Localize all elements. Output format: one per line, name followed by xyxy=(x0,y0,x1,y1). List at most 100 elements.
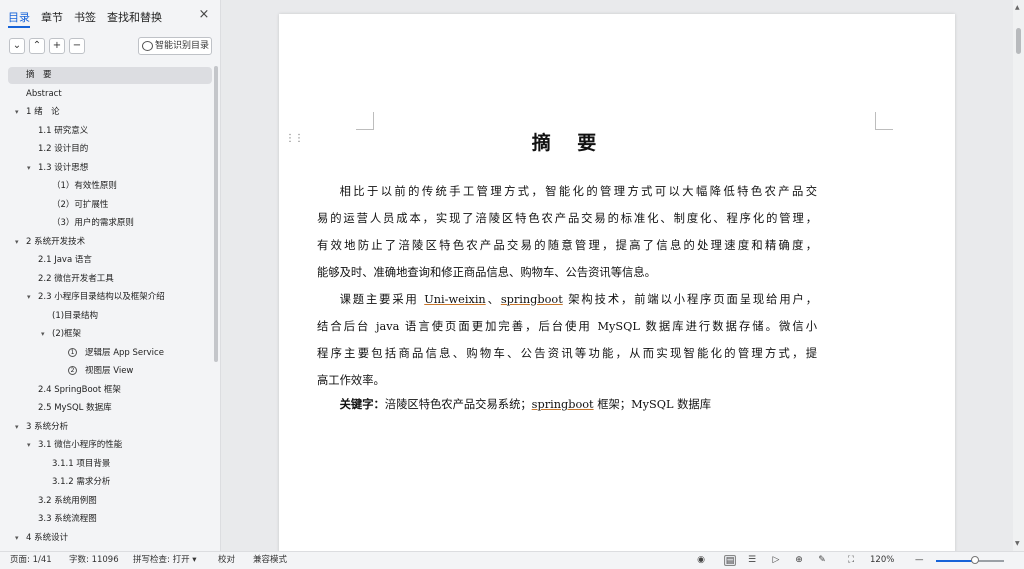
keywords-line: 关键字：涪陵区特色农产品交易系统；springboot 框架；MySQL 数据库 xyxy=(317,391,817,418)
circled-number-icon: 1 xyxy=(68,347,77,357)
toc-item-label: 摘 要 xyxy=(26,67,52,84)
tab-chapters[interactable]: 章节 xyxy=(41,9,63,25)
toc-item-text: (2)框架 xyxy=(52,329,82,339)
toc-item[interactable]: 1.2 设计目的 xyxy=(8,141,212,158)
toc-item[interactable]: 3.1.2 需求分析 xyxy=(8,474,212,491)
toc-item[interactable]: 2.5 MySQL 数据库 xyxy=(8,400,212,417)
spell-flag-springboot-kw[interactable]: springboot xyxy=(532,398,594,411)
toc-item-text: 视图层 View xyxy=(85,366,134,376)
spellcheck-toggle[interactable]: 拼写检查: 打开 ▾ xyxy=(133,552,197,569)
toc-item[interactable]: ▾ 2 系统开发技术 xyxy=(8,234,212,251)
toc-item[interactable]: ▾ 4 系统设计 xyxy=(8,530,212,547)
eye-icon[interactable]: ◉ xyxy=(695,555,707,566)
document-scrollbar[interactable]: ▲ ▼ xyxy=(1013,0,1024,551)
outline-view-icon[interactable]: ☰ xyxy=(746,555,758,566)
toc-item[interactable]: 3.3 系统流程图 xyxy=(8,511,212,528)
para1-line-2: 易的运营人员成本，实现了涪陵区特色农产品交易的标准化、制度化、程序化的管理， xyxy=(317,212,817,225)
toc-item-label: 1.1 研究意义 xyxy=(38,123,88,140)
caret-down-icon[interactable]: ▾ xyxy=(27,160,31,177)
toc-item-label: 2 视图层 View xyxy=(68,363,133,380)
toc-item[interactable]: ▾ 2.3 小程序目录结构以及框架介绍 xyxy=(8,289,212,306)
compat-mode: 兼容模式 xyxy=(253,555,288,565)
toc-item-text: 1.1 研究意义 xyxy=(38,125,89,136)
zoom-out-button[interactable]: — xyxy=(915,552,924,569)
zoom-level[interactable]: 120% xyxy=(870,552,894,569)
toc-item-label: (1)目录结构 xyxy=(52,308,98,325)
toc-item[interactable]: （1）有效性原则 xyxy=(8,178,212,195)
keywords-text: 框架；MySQL 数据库 xyxy=(593,398,712,411)
toc-item[interactable]: 3.1.1 项目背景 xyxy=(8,456,212,473)
remove-toc-item-button[interactable]: − xyxy=(69,38,85,54)
toc-item-label: 2 系统开发技术 xyxy=(26,234,85,251)
collapse-all-button[interactable]: ⌄ xyxy=(9,38,25,54)
toc-item-label: 1 逻辑层 App Service xyxy=(68,345,164,362)
abstract-paragraph-2: 课题主要采用 Uni-weixin、springboot 架构技术，前端以小程序… xyxy=(317,286,817,394)
toc-item[interactable]: ▾ 1.3 设计思想 xyxy=(8,160,212,177)
plus-icon: + xyxy=(52,40,62,51)
pen-icon[interactable]: ✎ xyxy=(816,555,828,566)
web-view-icon[interactable]: ⊕ xyxy=(793,555,805,566)
proofread-button[interactable]: 校对 xyxy=(218,552,235,569)
toc-item[interactable]: 2.4 SpringBoot 框架 xyxy=(8,382,212,399)
word-count[interactable]: 字数: 11096 xyxy=(69,552,119,569)
page-indicator[interactable]: 页面: 1/41 xyxy=(10,552,52,569)
toc-item[interactable]: (1)目录结构 xyxy=(8,308,212,325)
spell-flag-springboot[interactable]: springboot xyxy=(501,293,563,306)
toc-item[interactable]: 摘 要 xyxy=(8,67,212,84)
toc-scrollbar[interactable] xyxy=(214,66,218,362)
active-tab-indicator xyxy=(8,26,30,28)
toc-item[interactable]: ▾ 3 系统分析 xyxy=(8,419,212,436)
zoom-slider-fill xyxy=(936,560,975,562)
toc-item[interactable]: （3）用户的需求原则 xyxy=(8,215,212,232)
fit-page-icon[interactable]: ⛶ xyxy=(845,555,857,566)
toc-item-label: 1.3 设计思想 xyxy=(38,160,88,177)
toc-item[interactable]: 1 逻辑层 App Service xyxy=(8,345,212,362)
toc-item[interactable]: 3.2 系统用例图 xyxy=(8,493,212,510)
scroll-down-icon[interactable]: ▼ xyxy=(1015,540,1020,547)
toc-item-label: (2)框架 xyxy=(52,326,81,343)
caret-down-icon[interactable]: ▾ xyxy=(41,326,45,343)
caret-down-icon[interactable]: ▾ xyxy=(15,234,19,251)
play-icon[interactable]: ▷ xyxy=(770,555,782,566)
zoom-slider-thumb[interactable] xyxy=(970,556,979,564)
para1-line-3: 有效地防止了涪陵区特色农产品交易的随意管理，提高了信息的处理速度和精确度， xyxy=(317,239,817,252)
scroll-up-icon[interactable]: ▲ xyxy=(1015,4,1020,11)
sidebar-tabs: 目录 章节 书签 查找和替换 × xyxy=(0,0,221,32)
toc-item-text: 2.4 SpringBoot 框架 xyxy=(38,384,121,395)
spellcheck-label: 拼写检查: 打开 xyxy=(133,555,190,565)
toc-item-text: 2.2 微信开发者工具 xyxy=(38,273,114,284)
toc-item[interactable]: 1.1 研究意义 xyxy=(8,123,212,140)
keywords-label: 关键字： xyxy=(339,397,385,411)
toc-item-label: 3.1 微信小程序的性能 xyxy=(38,437,122,454)
caret-down-icon[interactable]: ▾ xyxy=(27,289,31,306)
scroll-thumb[interactable] xyxy=(1016,28,1021,54)
toc-item[interactable]: ▾ 3.1 微信小程序的性能 xyxy=(8,437,212,454)
add-toc-item-button[interactable]: + xyxy=(49,38,65,54)
spell-flag-uniweixin[interactable]: Uni-weixin xyxy=(424,293,485,306)
smart-toc-button[interactable]: 智能识别目录 xyxy=(138,37,212,55)
toc-item[interactable]: ▾ (2)框架 xyxy=(8,326,212,343)
toc-tree: 摘 要 Abstract ▾ 1 绪 论 1.1 研究意义 1.2 设计目的 ▾ 1.3 设计… xyxy=(0,66,214,550)
toc-item[interactable]: 2.1 Java 语言 xyxy=(8,252,212,269)
toc-item-text: 2 系统开发技术 xyxy=(26,236,86,247)
toc-item-text: 2.5 MySQL 数据库 xyxy=(38,403,112,413)
close-icon[interactable]: × xyxy=(197,8,211,22)
page-view-icon[interactable]: ▤ xyxy=(724,555,736,566)
tab-bookmarks[interactable]: 书签 xyxy=(74,9,96,25)
tab-find-replace[interactable]: 查找和替换 xyxy=(107,9,162,25)
toc-item[interactable]: 2 视图层 View xyxy=(8,363,212,380)
caret-down-icon[interactable]: ▾ xyxy=(27,437,31,454)
caret-down-icon[interactable]: ▾ xyxy=(15,530,19,547)
caret-down-icon[interactable]: ▾ xyxy=(15,104,19,121)
toc-item[interactable]: Abstract xyxy=(8,86,212,103)
toc-item[interactable]: 2.2 微信开发者工具 xyxy=(8,271,212,288)
toc-item-text: （3）用户的需求原则 xyxy=(52,218,134,228)
toc-item[interactable]: ▾ 1 绪 论 xyxy=(8,104,212,121)
chevron-up-icon: ⌃ xyxy=(32,40,42,51)
tab-toc[interactable]: 目录 xyxy=(8,9,30,25)
circled-number-icon: 2 xyxy=(68,366,77,375)
toc-item-label: 3.2 系统用例图 xyxy=(38,493,97,510)
expand-all-button[interactable]: ⌃ xyxy=(29,38,45,54)
caret-down-icon[interactable]: ▾ xyxy=(15,419,19,436)
toc-item[interactable]: （2）可扩展性 xyxy=(8,197,212,214)
